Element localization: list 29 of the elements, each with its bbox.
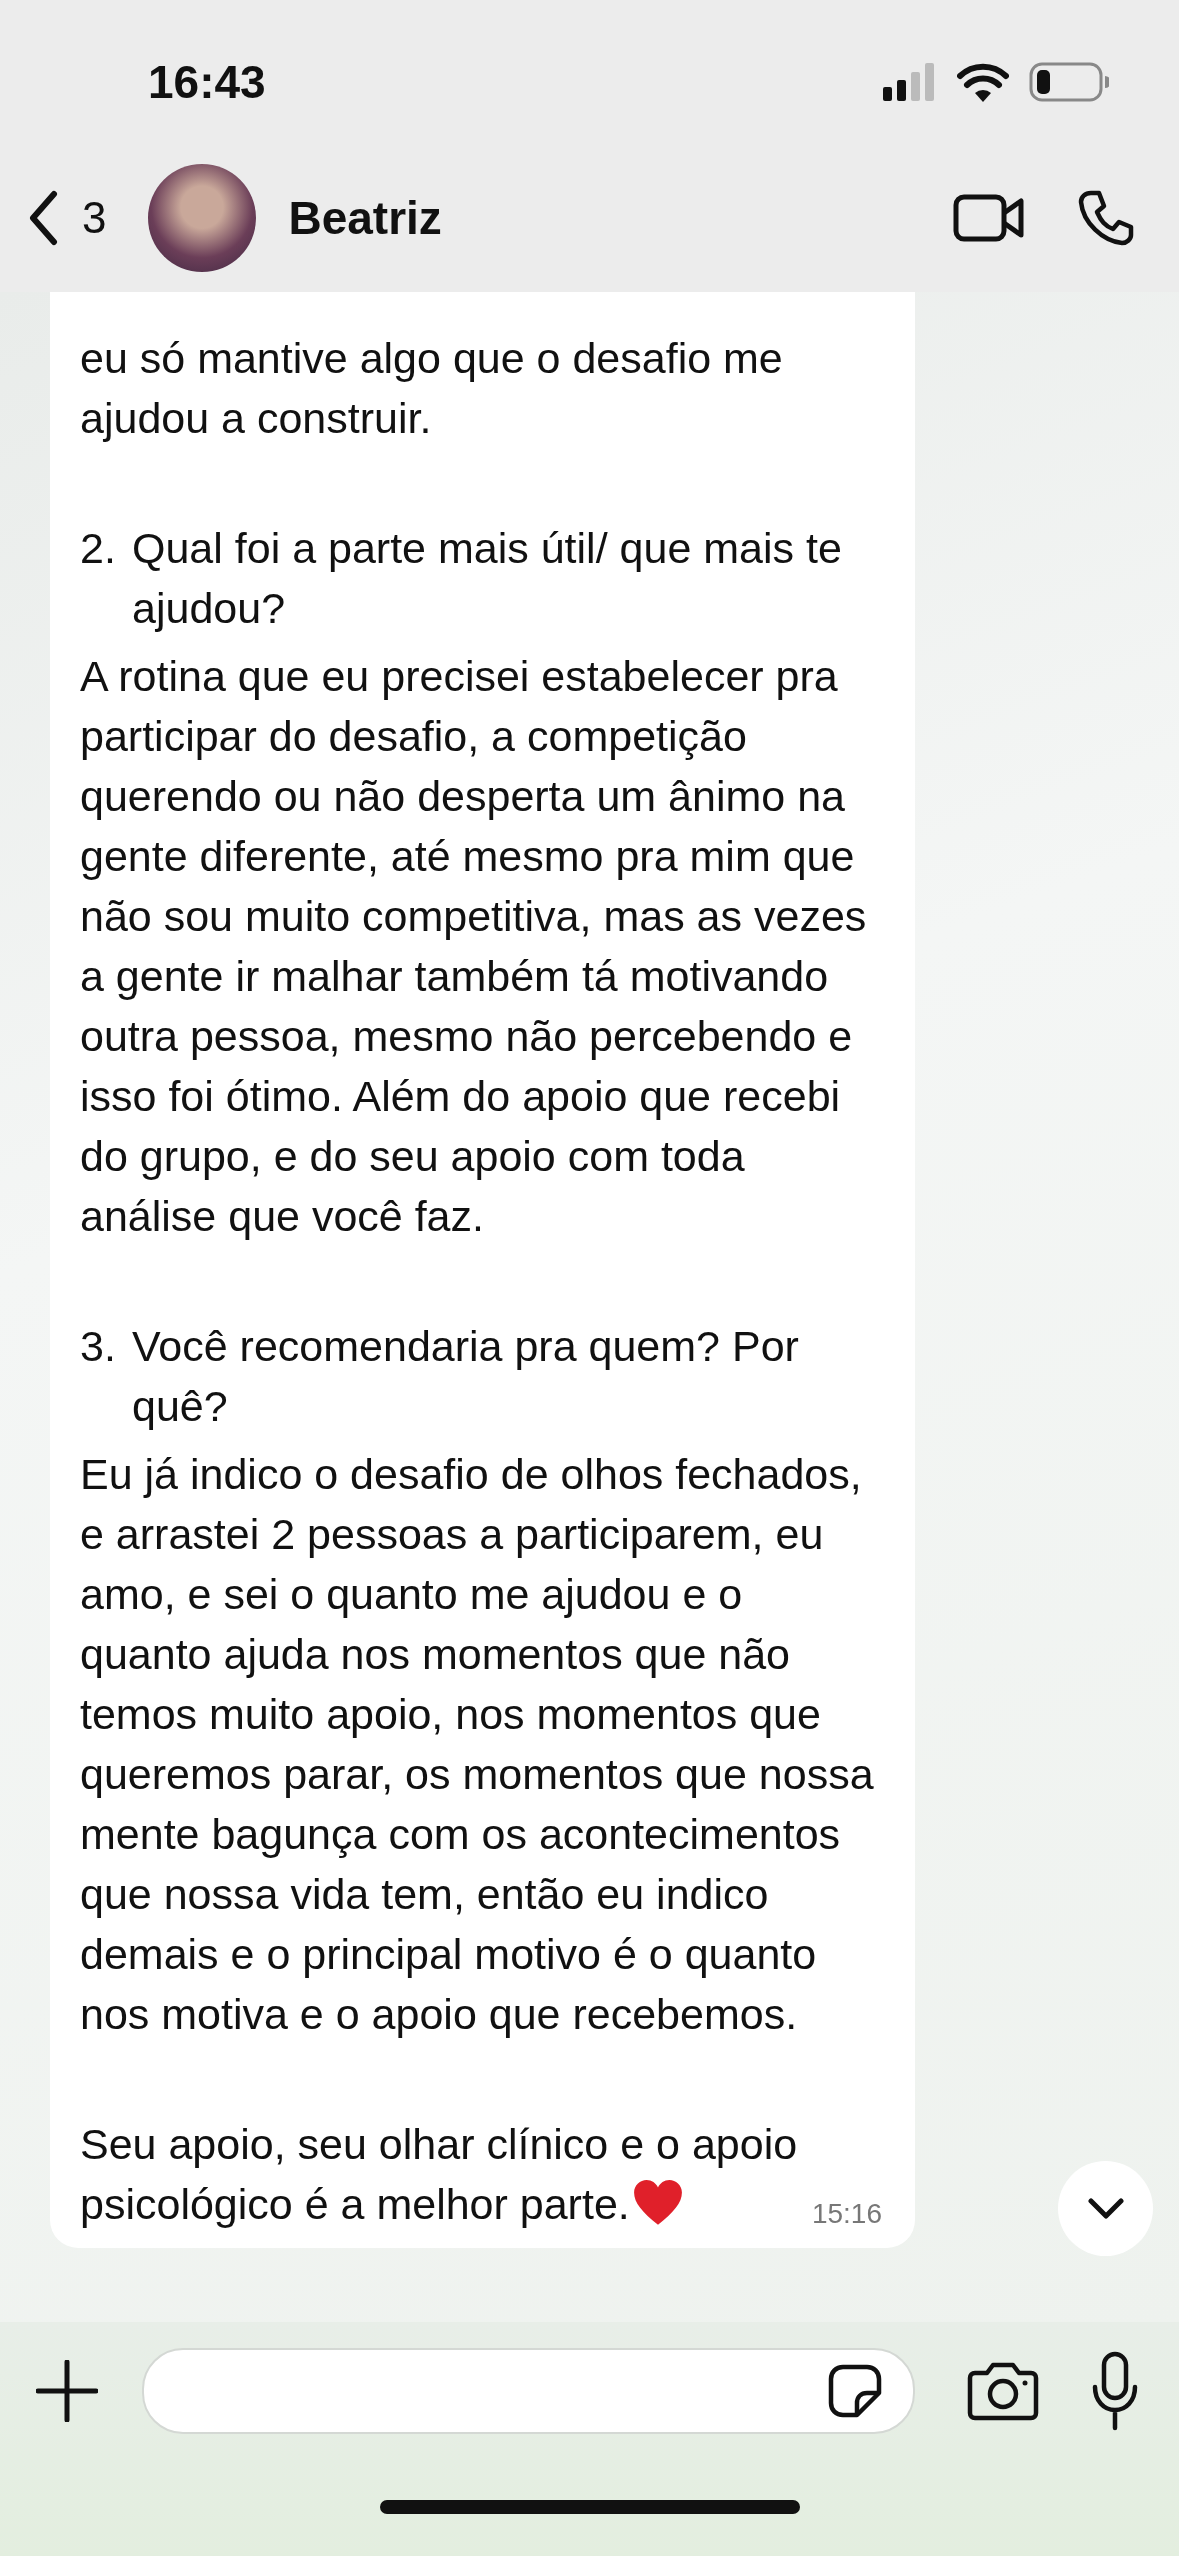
phone-icon: [1077, 189, 1135, 247]
battery-icon: [1029, 62, 1109, 102]
message-paragraph: eu só mantive algo que o desafio me ajudou a construir.: [80, 333, 784, 444]
list-number: 3.: [80, 1321, 117, 1372]
back-button[interactable]: 3: [28, 190, 107, 246]
message-time: 15:16: [811, 2197, 882, 2231]
chevron-down-icon: [1087, 2197, 1124, 2220]
sticker-icon: [827, 2363, 883, 2419]
video-call-button[interactable]: [953, 194, 1025, 242]
signal-icon: [883, 63, 937, 101]
contact-name[interactable]: Beatriz: [288, 191, 442, 245]
chevron-left-icon: [28, 190, 58, 246]
microphone-button[interactable]: [1091, 2351, 1139, 2431]
microphone-icon: [1091, 2351, 1139, 2431]
plus-icon: [36, 2360, 98, 2422]
list-number: 2.: [80, 523, 117, 574]
add-button[interactable]: [36, 2360, 98, 2422]
question-text: Você recomendaria pra quem? Por quê?: [132, 1321, 800, 1432]
message-paragraph: Seu apoio, seu olhar clínico e o apoio psicológico é a melhor parte.: [80, 2114, 802, 2234]
video-camera-icon: [953, 194, 1025, 242]
camera-icon: [967, 2361, 1039, 2421]
wifi-icon: [957, 62, 1009, 102]
voice-call-button[interactable]: [1077, 189, 1135, 247]
status-time: 16:43: [148, 55, 267, 109]
question-text: Qual foi a parte mais útil/ que mais te ajudou?: [132, 523, 843, 634]
camera-button[interactable]: [967, 2361, 1039, 2421]
message-paragraph: A rotina que eu precisei estabelecer pra participar do desafio, a competição querendo ou não desperta um ânimo na gente diferente, até mesmo pra mim que não sou muito competitiva, mas as vezes a gente ir malhar também tá motivando outra pessoa, mesmo não percebendo e isso foi ótimo. Além do apoio que recebi do grupo, e do seu apoio com toda análise que você faz.: [80, 651, 868, 1242]
message-paragraph: Eu já indico o desafio de olhos fechados, e arrastei 2 pessoas a participarem, eu amo, e sei o quanto me ajudou e o quanto ajuda nos momentos que não temos muito apoio, nos momentos que queremos parar, os momentos que nossa mente bagunça com os acontecimentos que nossa vida tem, então eu indico demais e o principal motivo é o quanto nos motiva e o apoio que recebemos.: [80, 1449, 875, 2040]
unread-count: 3: [82, 193, 107, 243]
